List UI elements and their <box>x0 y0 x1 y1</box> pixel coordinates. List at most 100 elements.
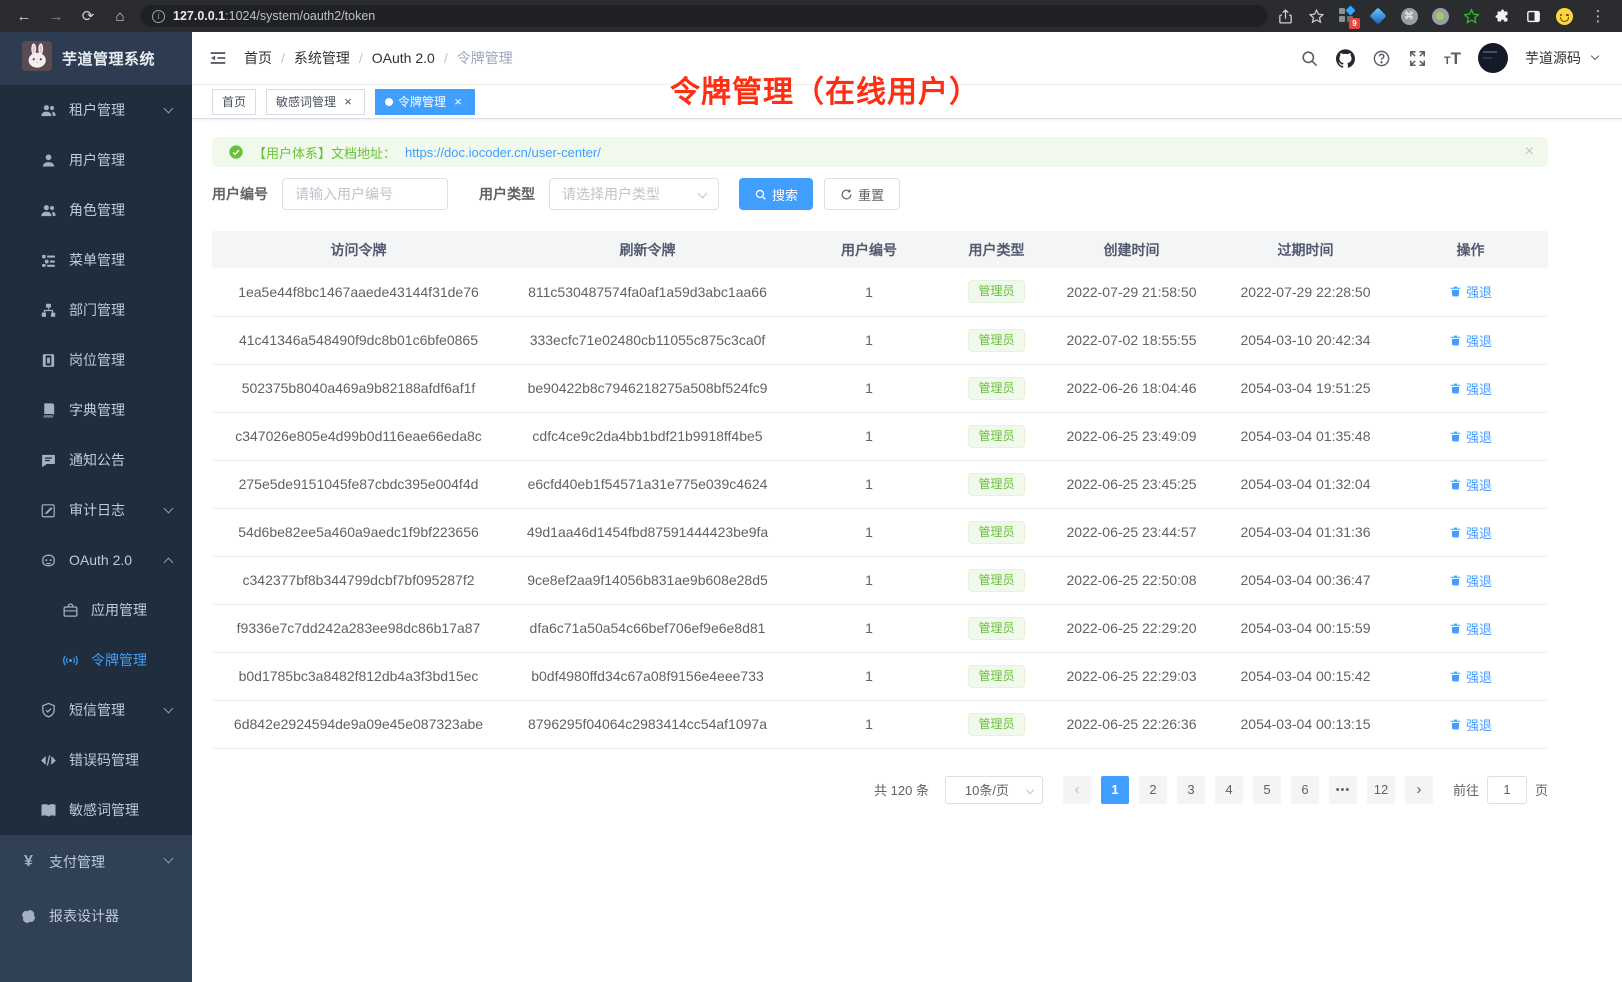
force-logout-button[interactable]: 强退 <box>1449 282 1492 301</box>
cell-create-time: 2022-06-25 22:50:08 <box>1045 556 1218 604</box>
chevron-down-icon <box>1026 785 1034 793</box>
force-logout-button[interactable]: 强退 <box>1449 619 1492 638</box>
app-title: 芋道管理系统 <box>62 48 155 69</box>
sidebar-item-sms[interactable]: 短信管理 <box>0 685 192 735</box>
force-logout-button[interactable]: 强退 <box>1449 427 1492 446</box>
profile-emoji-icon[interactable] <box>1555 7 1573 25</box>
success-check-icon <box>228 144 244 160</box>
fullscreen-icon[interactable] <box>1408 49 1427 68</box>
site-info-icon[interactable]: i <box>152 10 165 23</box>
table-row: c347026e805e4d99b0d116eae66eda8ccdfc4ce9… <box>212 412 1548 460</box>
more-pages-button[interactable]: ••• <box>1329 776 1357 804</box>
gem-extension-icon[interactable] <box>1369 7 1387 25</box>
cell-create-time: 2022-06-25 23:44:57 <box>1045 508 1218 556</box>
search-button[interactable]: 搜索 <box>739 178 813 210</box>
page-button-4[interactable]: 4 <box>1215 776 1243 804</box>
sidebar-item-oauth2[interactable]: OAuth 2.0 <box>0 535 192 585</box>
page-button-5[interactable]: 5 <box>1253 776 1281 804</box>
force-logout-button[interactable]: 强退 <box>1449 667 1492 686</box>
page-button-3[interactable]: 3 <box>1177 776 1205 804</box>
sidebar-item-user[interactable]: 用户管理 <box>0 135 192 185</box>
star-extension-icon[interactable] <box>1462 7 1480 25</box>
page-button-2[interactable]: 2 <box>1139 776 1167 804</box>
force-logout-button[interactable]: 强退 <box>1449 475 1492 494</box>
sidebar-item-sensitive[interactable]: 敏感词管理 <box>0 785 192 835</box>
share-icon[interactable] <box>1276 7 1294 25</box>
command-extension-icon[interactable]: ⌘ <box>1400 7 1418 25</box>
sidebar-item-oauth2-token[interactable]: 令牌管理 <box>0 635 192 685</box>
sidebar-item-dept[interactable]: 部门管理 <box>0 285 192 335</box>
user-id-input[interactable] <box>282 178 448 210</box>
puzzle-extensions-icon[interactable] <box>1493 7 1511 25</box>
back-icon[interactable]: ← <box>12 4 36 28</box>
sidebar-item-label: OAuth 2.0 <box>69 552 132 568</box>
font-size-icon[interactable]: TT <box>1444 50 1461 67</box>
sidebar-item-notice[interactable]: 通知公告 <box>0 435 192 485</box>
force-logout-button[interactable]: 强退 <box>1449 571 1492 590</box>
page-button-12[interactable]: 12 <box>1367 776 1395 804</box>
address-bar[interactable]: i 127.0.0.1:1024/system/oauth2/token <box>140 5 1268 27</box>
cell-user-id: 1 <box>790 412 948 460</box>
tab-sensitive-word[interactable]: 敏感词管理× <box>266 89 365 115</box>
breadcrumb-home[interactable]: 首页 <box>244 48 272 68</box>
menu-fold-icon[interactable] <box>208 48 228 68</box>
sidebar-item-role[interactable]: 角色管理 <box>0 185 192 235</box>
breadcrumb-oauth2[interactable]: OAuth 2.0 <box>372 50 435 66</box>
bookmark-star-icon[interactable] <box>1307 7 1325 25</box>
cell-expire-time: 2022-07-29 22:28:50 <box>1218 268 1393 316</box>
cell-user-id: 1 <box>790 604 948 652</box>
page-button-1[interactable]: 1 <box>1101 776 1129 804</box>
notice-chat-icon <box>40 452 57 469</box>
cell-access-token: b0d1785bc3a8482f812db4a3f3bd15ec <box>212 652 505 700</box>
next-page-button[interactable]: › <box>1405 776 1433 804</box>
cell-refresh-token: 811c530487574fa0af1a59d3abc1aa66 <box>505 268 790 316</box>
reload-icon[interactable]: ⟳ <box>76 4 100 28</box>
avatar[interactable] <box>1478 43 1508 73</box>
tab-home[interactable]: 首页 <box>212 89 256 115</box>
page-button-6[interactable]: 6 <box>1291 776 1319 804</box>
sidebar-item-post[interactable]: 岗位管理 <box>0 335 192 385</box>
sidebar-item-menu[interactable]: 菜单管理 <box>0 235 192 285</box>
force-logout-button[interactable]: 强退 <box>1449 715 1492 734</box>
tab-token[interactable]: 令牌管理× <box>375 89 475 115</box>
table-row: 502375b8040a469a9b82188afdf6af1fbe90422b… <box>212 364 1548 412</box>
browser-menu-icon[interactable]: ⋮ <box>1586 4 1610 28</box>
chevron-down-icon <box>164 104 174 114</box>
search-icon[interactable] <box>1300 49 1319 68</box>
force-logout-button[interactable]: 强退 <box>1449 379 1492 398</box>
side-panel-icon[interactable] <box>1524 7 1542 25</box>
sidebar-item-dict[interactable]: 字典管理 <box>0 385 192 435</box>
home-icon[interactable]: ⌂ <box>108 4 132 28</box>
sidebar-item-tenant[interactable]: 租户管理 <box>0 85 192 135</box>
sidebar-item-oauth2-app[interactable]: 应用管理 <box>0 585 192 635</box>
extension-grid-icon[interactable]: 9 <box>1338 7 1356 25</box>
sidebar-item-pay[interactable]: ¥支付管理 <box>0 835 192 889</box>
force-logout-button[interactable]: 强退 <box>1449 331 1492 350</box>
reset-button[interactable]: 重置 <box>824 178 900 210</box>
prev-page-button[interactable]: ‹ <box>1063 776 1091 804</box>
username[interactable]: 芋道源码 <box>1525 48 1581 68</box>
breadcrumb: 首页 / 系统管理 / OAuth 2.0 / 令牌管理 <box>244 48 513 68</box>
goto-page-input[interactable] <box>1487 776 1527 804</box>
sidebar-item-audit[interactable]: 审计日志 <box>0 485 192 535</box>
breadcrumb-system[interactable]: 系统管理 <box>294 48 350 68</box>
forward-icon[interactable]: → <box>44 4 68 28</box>
chevron-down-icon[interactable] <box>1591 52 1599 60</box>
github-icon[interactable] <box>1336 49 1355 68</box>
alert-close-icon[interactable]: × <box>1525 144 1534 160</box>
trash-icon <box>1449 526 1462 539</box>
cell-user-id: 1 <box>790 508 948 556</box>
recorder-extension-icon[interactable] <box>1431 7 1449 25</box>
force-logout-button[interactable]: 强退 <box>1449 523 1492 542</box>
sidebar-item-report[interactable]: 报表设计器 <box>0 889 192 943</box>
page-size-select[interactable]: 10条/页 <box>945 776 1043 804</box>
sidebar-item-errcode[interactable]: 错误码管理 <box>0 735 192 785</box>
user-type-select[interactable]: 请选择用户类型 <box>549 178 719 210</box>
tab-close-icon[interactable]: × <box>451 95 465 109</box>
doc-link[interactable]: https://doc.iocoder.cn/user-center/ <box>405 145 601 160</box>
sidebar-item-label: 用户管理 <box>69 150 125 170</box>
tab-close-icon[interactable]: × <box>341 95 355 109</box>
app-logo-bar[interactable]: 芋道管理系统 <box>0 32 192 85</box>
cell-expire-time: 2054-03-04 01:35:48 <box>1218 412 1393 460</box>
help-icon[interactable] <box>1372 49 1391 68</box>
